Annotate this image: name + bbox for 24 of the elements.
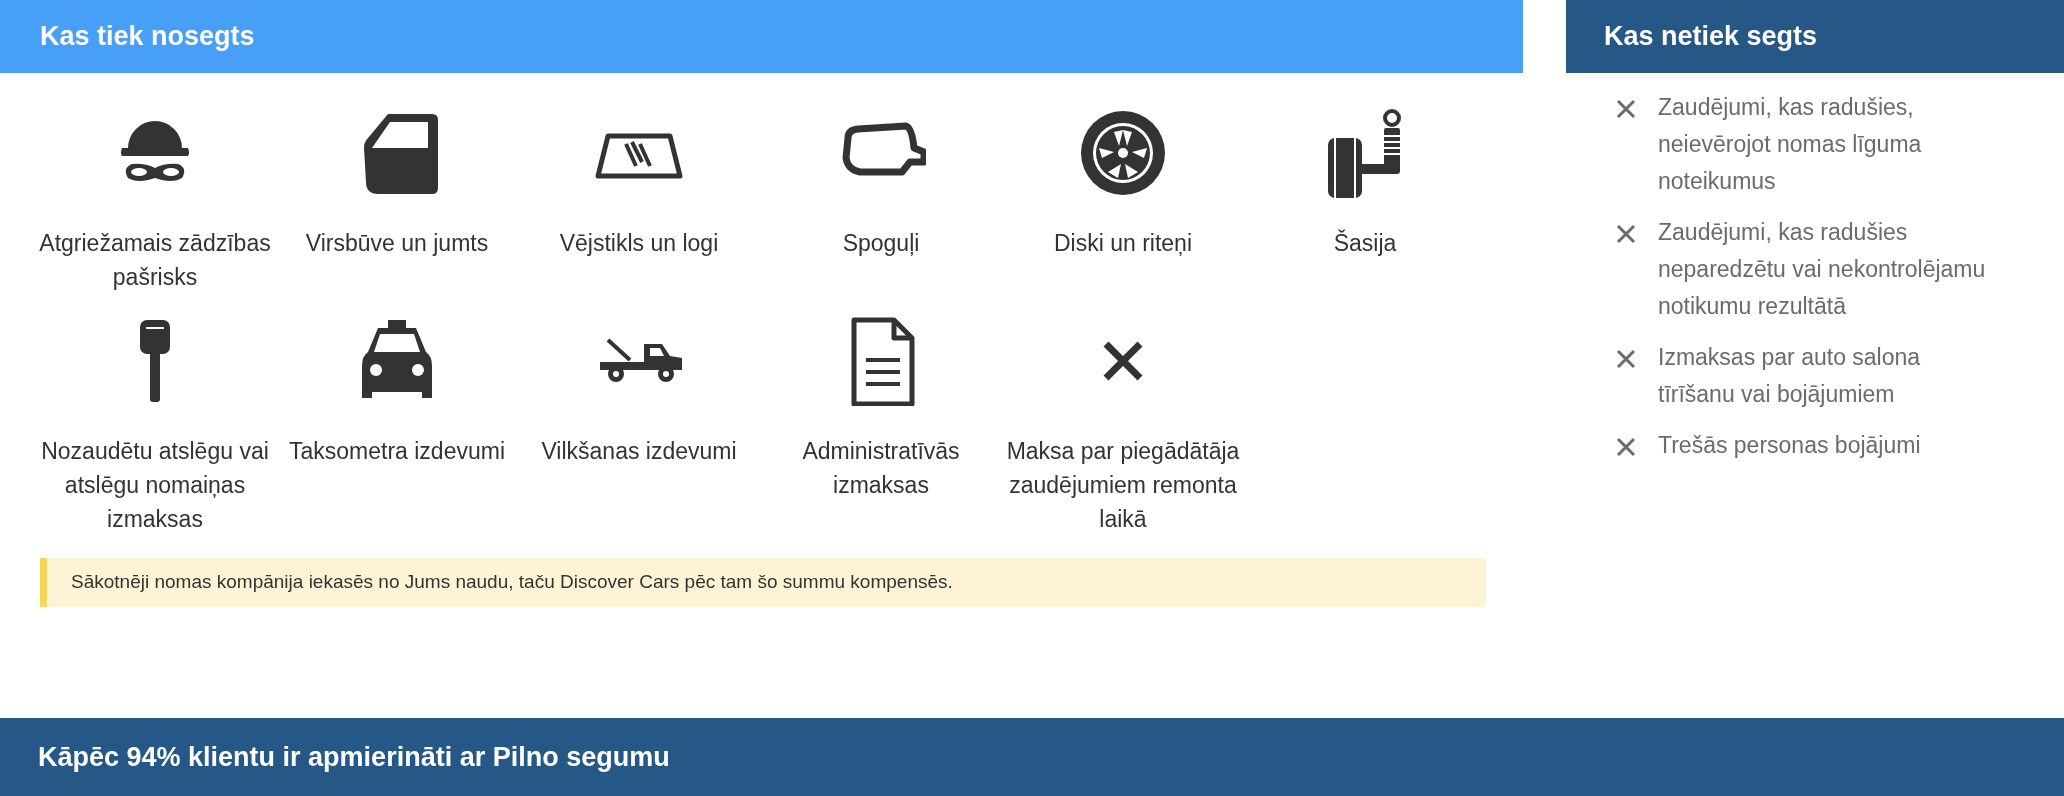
- cross-icon: [1616, 349, 1636, 369]
- info-note: Sākotnēji nomas kompānija iekasēs no Jums naudu, taču Discover Cars pēc tam šo summu kompensēs.: [40, 558, 1486, 607]
- coverage-label: Administratīvās izmaksas: [801, 437, 961, 500]
- coverage-label: Nozaudētu atslēgu vai atslēgu nomaiņas izmaksas: [40, 437, 270, 534]
- coverage-label: Taksometra izdevumi: [288, 437, 506, 466]
- coverage-label: Šasija: [1332, 228, 1398, 258]
- section-heading: Kas tiek nosegts: [0, 0, 1523, 73]
- cross-icon: [1616, 99, 1636, 119]
- exclusion-text: Zaudējumi, kas radušies, neievērojot nomas līguma noteikumus: [1658, 93, 1923, 196]
- exclusion-text: Trešās personas bojājumi: [1658, 431, 1922, 460]
- wheel-icon: [1078, 108, 1168, 198]
- cross-icon: [1616, 224, 1636, 244]
- coverage-label: Virsbūve un jumts: [304, 229, 490, 258]
- section-heading: Kāpēc 94% klientu ir apmierināti ar Pilno segumu: [0, 718, 2064, 796]
- coverage-label: Vējstikls un logi: [558, 229, 720, 258]
- coverage-label: Maksa par piegādātāja zaudējumiem remonta laikā: [1005, 437, 1241, 534]
- coverage-label: Vilkšanas izdevumi: [540, 437, 738, 466]
- exclusion-text: Izmaksas par auto salona tīrīšanu vai bojājumiem: [1658, 343, 1922, 409]
- section-heading: Kas netiek segts: [1566, 0, 2064, 73]
- coverage-label: Spoguļi: [841, 229, 921, 258]
- coverage-label: Diski un riteņi: [1052, 229, 1193, 258]
- exclusion-text: Zaudējumi, kas radušies neparedzētu vai nekontrolējamu notikumu rezultātā: [1658, 218, 1987, 321]
- cross-icon: [1616, 437, 1636, 457]
- coverage-label: Atgriežamais zādzības pašrisks: [38, 229, 272, 292]
